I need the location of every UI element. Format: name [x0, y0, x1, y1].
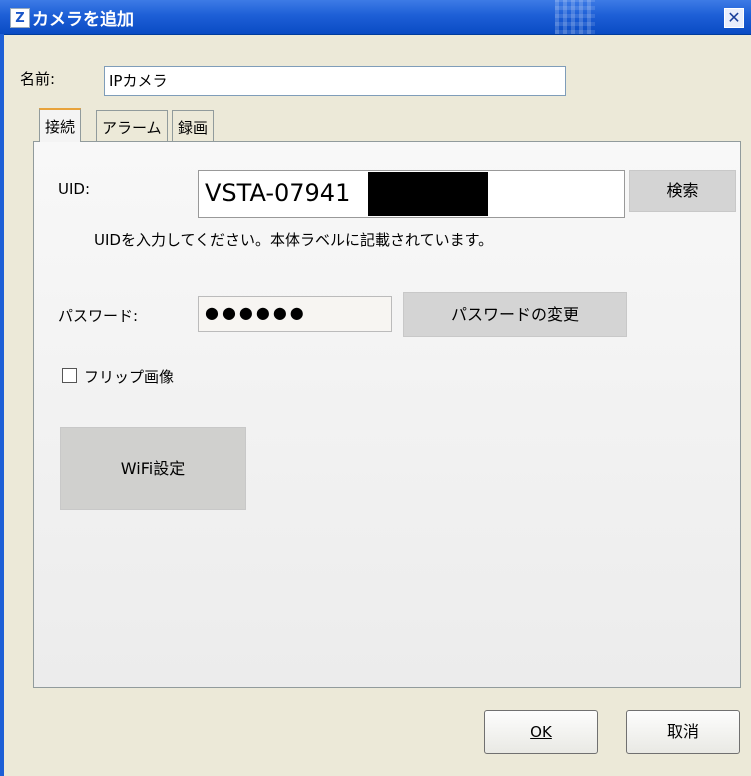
- tab-recording[interactable]: 録画: [172, 110, 215, 141]
- change-password-button[interactable]: パスワードの変更: [403, 292, 627, 337]
- title-bar: Z カメラを追加 ✕: [0, 0, 751, 35]
- tab-alarm[interactable]: アラーム: [96, 110, 168, 141]
- tab-connection[interactable]: 接続: [39, 108, 82, 142]
- wifi-settings-button[interactable]: WiFi設定: [60, 427, 246, 510]
- flip-image-checkbox[interactable]: [62, 368, 77, 383]
- cancel-button[interactable]: 取消: [626, 710, 740, 754]
- name-label: 名前:: [20, 70, 56, 88]
- search-button[interactable]: 検索: [629, 170, 736, 212]
- close-icon[interactable]: ✕: [724, 8, 744, 28]
- window-title: カメラを追加: [32, 10, 134, 30]
- ok-button[interactable]: OK: [484, 710, 598, 754]
- ok-button-label: OK: [530, 723, 552, 741]
- redaction-block: [368, 172, 488, 216]
- flip-image-label[interactable]: フリップ画像: [84, 366, 174, 387]
- name-input[interactable]: IPカメラ: [104, 66, 566, 96]
- uid-hint: UIDを入力してください。本体ラベルに記載されています。: [94, 231, 494, 249]
- window-border: [0, 34, 4, 776]
- title-decoration: [555, 0, 595, 34]
- uid-label: UID:: [58, 180, 91, 198]
- password-input[interactable]: ●●●●●●: [198, 296, 392, 332]
- app-icon: Z: [10, 8, 30, 28]
- connection-panel: [33, 141, 741, 688]
- password-label: パスワード:: [58, 307, 139, 325]
